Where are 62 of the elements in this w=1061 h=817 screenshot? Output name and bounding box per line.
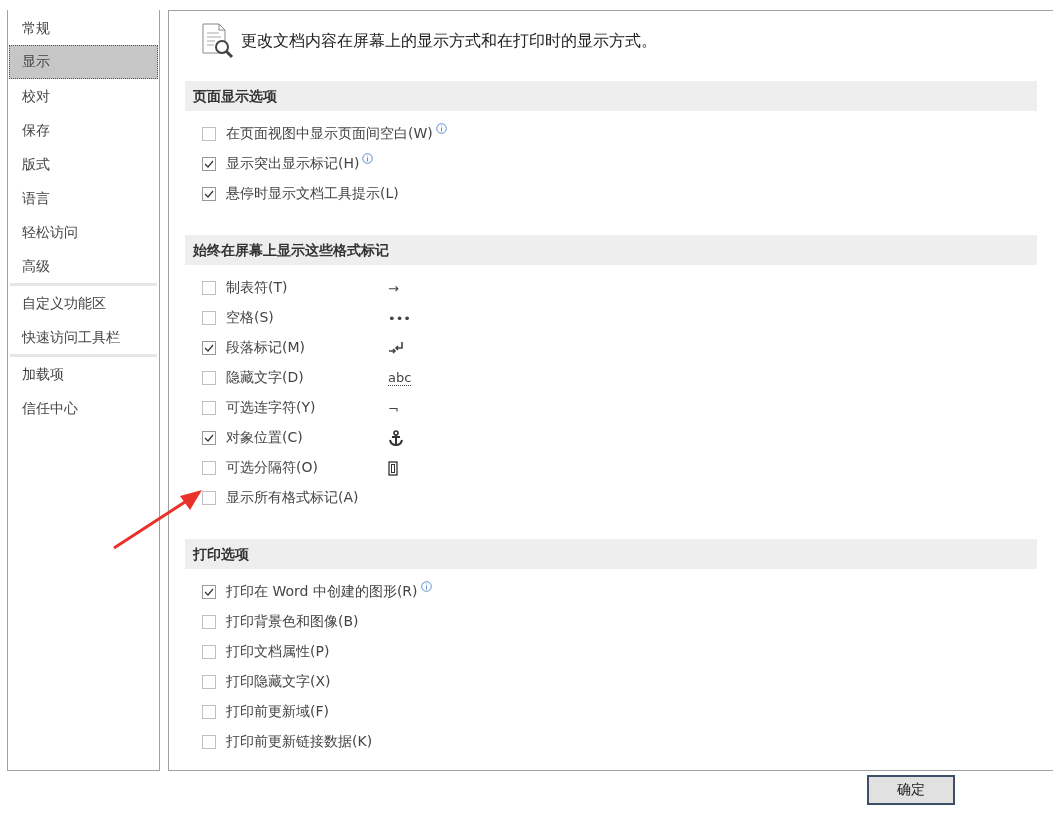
document-search-icon xyxy=(201,23,235,59)
sidebar-item[interactable]: 版式 xyxy=(10,147,157,181)
info-icon xyxy=(435,123,447,134)
checkbox[interactable] xyxy=(202,585,216,599)
checkbox[interactable] xyxy=(202,157,216,171)
section-heading: 打印选项 xyxy=(185,539,1037,569)
checkbox[interactable] xyxy=(202,187,216,201)
checkbox[interactable] xyxy=(202,705,216,719)
option-label[interactable]: 打印前更新链接数据(K) xyxy=(226,733,373,751)
anchor-icon xyxy=(388,429,404,447)
section-heading: 页面显示选项 xyxy=(185,81,1037,111)
sidebar-item[interactable]: 高级 xyxy=(10,249,157,283)
option-label[interactable]: 在页面视图中显示页面间空白(W) xyxy=(226,125,433,143)
sidebar-item[interactable]: 加载项 xyxy=(10,357,157,391)
info-icon xyxy=(362,153,374,164)
sidebar-item[interactable]: 保存 xyxy=(10,113,157,147)
sidebar-item[interactable]: 语言 xyxy=(10,181,157,215)
option-label[interactable]: 悬停时显示文档工具提示(L) xyxy=(226,185,399,203)
section-heading: 始终在屏幕上显示这些格式标记 xyxy=(185,235,1037,265)
checkbox[interactable] xyxy=(202,127,216,141)
break-mark-icon xyxy=(388,460,398,476)
sidebar-item[interactable]: 常规 xyxy=(10,11,157,45)
checkbox[interactable] xyxy=(202,615,216,629)
option-label[interactable]: 隐藏文字(D) xyxy=(226,369,304,387)
checkbox[interactable] xyxy=(202,371,216,385)
option-label[interactable]: 打印在 Word 中创建的图形(R) xyxy=(226,583,418,601)
page-description: 更改文档内容在屏幕上的显示方式和在打印时的显示方式。 xyxy=(241,30,657,52)
option-label[interactable]: 显示所有格式标记(A) xyxy=(226,489,359,507)
info-icon xyxy=(420,581,432,592)
option-label[interactable]: 可选连字符(Y) xyxy=(226,399,316,417)
option-label[interactable]: 对象位置(C) xyxy=(226,429,303,447)
sidebar-item[interactable]: 校对 xyxy=(10,79,157,113)
sidebar-item[interactable]: 信任中心 xyxy=(10,391,157,425)
paragraph-mark-icon xyxy=(388,341,404,355)
checkbox[interactable] xyxy=(202,431,216,445)
option-label[interactable]: 制表符(T) xyxy=(226,279,288,297)
checkbox[interactable] xyxy=(202,491,216,505)
sidebar-item[interactable]: 快速访问工具栏 xyxy=(10,320,157,354)
checkbox[interactable] xyxy=(202,645,216,659)
checkbox[interactable] xyxy=(202,735,216,749)
option-label[interactable]: 打印背景色和图像(B) xyxy=(226,613,359,631)
ok-button[interactable]: 确定 xyxy=(867,775,955,805)
option-label[interactable]: 段落标记(M) xyxy=(226,339,305,357)
checkbox[interactable] xyxy=(202,675,216,689)
checkbox[interactable] xyxy=(202,281,216,295)
checkbox[interactable] xyxy=(202,401,216,415)
option-label[interactable]: 空格(S) xyxy=(226,309,274,327)
checkbox[interactable] xyxy=(202,461,216,475)
checkbox[interactable] xyxy=(202,311,216,325)
format-mark-symbol: ¬ xyxy=(388,400,399,416)
format-mark-symbol: → xyxy=(388,280,399,296)
option-label[interactable]: 显示突出显示标记(H) xyxy=(226,155,360,173)
sidebar-item[interactable]: 显示 xyxy=(9,45,158,79)
checkbox[interactable] xyxy=(202,341,216,355)
sidebar-item[interactable]: 轻松访问 xyxy=(10,215,157,249)
option-label[interactable]: 打印隐藏文字(X) xyxy=(226,673,331,691)
format-mark-symbol: ••• xyxy=(388,310,411,326)
hidden-text-sample: abc xyxy=(388,370,412,386)
sidebar-item[interactable]: 自定义功能区 xyxy=(10,286,157,320)
option-label[interactable]: 打印文档属性(P) xyxy=(226,643,330,661)
option-label[interactable]: 打印前更新域(F) xyxy=(226,703,329,721)
option-label[interactable]: 可选分隔符(O) xyxy=(226,459,318,477)
